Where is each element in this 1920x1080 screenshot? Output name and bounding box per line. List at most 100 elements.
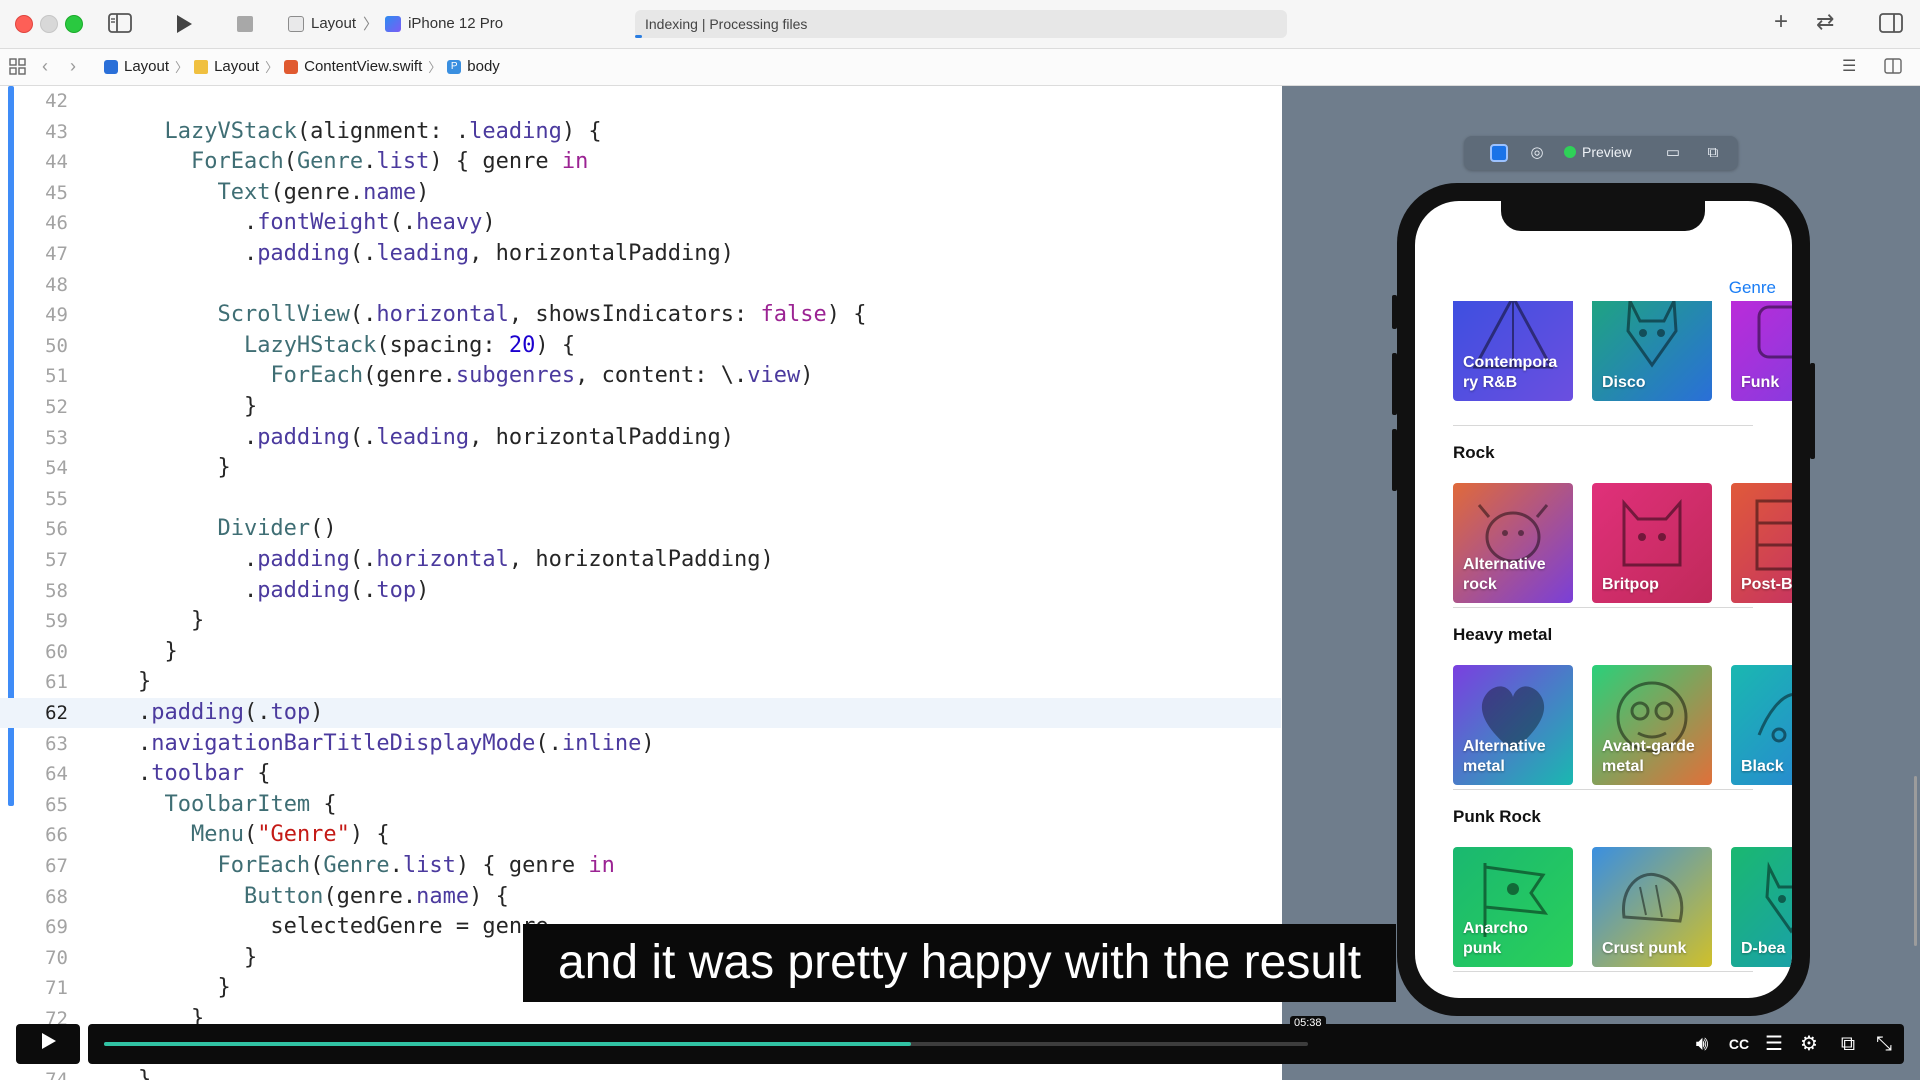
captions-icon[interactable]: CC: [1727, 1033, 1751, 1055]
code-text[interactable]: ForEach(Genre.list) { genre in: [85, 851, 614, 881]
plus-icon[interactable]: +: [1774, 10, 1788, 34]
code-line[interactable]: 57 .padding(.horizontal, horizontalPaddi…: [0, 545, 1281, 575]
code-text[interactable]: .padding(.leading, horizontalPadding): [85, 239, 734, 269]
subgenre-tile[interactable]: Funk: [1731, 301, 1792, 401]
code-text[interactable]: Button(genre.name) {: [85, 882, 509, 912]
code-line[interactable]: 43 LazyVStack(alignment: .leading) {: [0, 117, 1281, 147]
code-text[interactable]: }: [85, 637, 177, 667]
code-text[interactable]: ScrollView(.horizontal, showsIndicators:…: [85, 300, 866, 330]
code-line[interactable]: 65 ToolbarItem {: [0, 790, 1281, 820]
subgenre-tile[interactable]: Alternative metal: [1453, 665, 1573, 785]
code-line[interactable]: 56 Divider(): [0, 514, 1281, 544]
code-line[interactable]: 51 ForEach(genre.subgenres, content: \.v…: [0, 361, 1281, 391]
code-line[interactable]: 67 ForEach(Genre.list) { genre in: [0, 851, 1281, 881]
code-text[interactable]: ForEach(genre.subgenres, content: \.view…: [85, 361, 813, 391]
code-text[interactable]: }: [85, 392, 257, 422]
stop-icon[interactable]: [236, 15, 254, 37]
code-line[interactable]: 49 ScrollView(.horizontal, showsIndicato…: [0, 300, 1281, 330]
code-line[interactable]: 74 }: [0, 1065, 1281, 1080]
close-window-button[interactable]: [15, 15, 33, 33]
code-line[interactable]: 45 Text(genre.name): [0, 178, 1281, 208]
code-line[interactable]: 55: [0, 484, 1281, 514]
code-line[interactable]: 68 Button(genre.name) {: [0, 882, 1281, 912]
code-text[interactable]: Divider(): [85, 514, 336, 544]
subgenre-tile[interactable]: Anarcho punk: [1453, 847, 1573, 967]
code-line[interactable]: 46 .fontWeight(.heavy): [0, 208, 1281, 238]
breadcrumb-file[interactable]: ContentView.swift: [304, 58, 422, 75]
code-line[interactable]: 63 .navigationBarTitleDisplayMode(.inlin…: [0, 729, 1281, 759]
code-text[interactable]: .toolbar {: [85, 759, 270, 789]
back-arrow-icon[interactable]: ‹: [42, 56, 48, 76]
scheme-selector[interactable]: Layout 〉 iPhone 12 Pro: [288, 13, 503, 34]
device-settings-icon[interactable]: ▭: [1664, 144, 1682, 162]
settings-gear-icon[interactable]: ⚙: [1797, 1033, 1821, 1055]
subgenre-tile[interactable]: Britpop: [1592, 483, 1712, 603]
code-text[interactable]: Menu("Genre") {: [85, 820, 390, 850]
code-text[interactable]: ToolbarItem {: [85, 790, 336, 820]
play-button[interactable]: [16, 1024, 80, 1064]
subgenre-tile[interactable]: Black: [1731, 665, 1792, 785]
code-line[interactable]: 48: [0, 270, 1281, 300]
code-text[interactable]: .padding(.leading, horizontalPadding): [85, 423, 734, 453]
code-line[interactable]: 58 .padding(.top): [0, 576, 1281, 606]
code-line[interactable]: 62 .padding(.top): [0, 698, 1281, 728]
code-text[interactable]: .padding(.top): [85, 576, 429, 606]
subgenre-tile[interactable]: Disco: [1592, 301, 1712, 401]
code-text[interactable]: }: [85, 606, 204, 636]
code-line[interactable]: 52 }: [0, 392, 1281, 422]
breadcrumb-folder[interactable]: Layout: [214, 58, 259, 75]
subgenre-tile[interactable]: Post-B: [1731, 483, 1792, 603]
inspect-icon[interactable]: ◎: [1528, 144, 1546, 162]
code-text[interactable]: .navigationBarTitleDisplayMode(.inline): [85, 729, 655, 759]
code-text[interactable]: }: [85, 667, 151, 697]
code-text[interactable]: Text(genre.name): [85, 178, 429, 208]
inspector-toggle-icon[interactable]: [1879, 13, 1903, 37]
code-text[interactable]: }: [85, 453, 230, 483]
code-text[interactable]: }: [85, 973, 230, 1003]
code-line[interactable]: 53 .padding(.leading, horizontalPadding): [0, 423, 1281, 453]
split-editor-icon[interactable]: [1884, 57, 1902, 79]
duplicate-preview-icon[interactable]: ⧉: [1704, 144, 1722, 162]
live-preview-icon[interactable]: [1490, 144, 1508, 162]
zoom-window-button[interactable]: [65, 15, 83, 33]
code-line[interactable]: 54 }: [0, 453, 1281, 483]
code-line[interactable]: 64 .toolbar {: [0, 759, 1281, 789]
code-line[interactable]: 50 LazyHStack(spacing: 20) {: [0, 331, 1281, 361]
editor-options-icon[interactable]: ☰: [1842, 57, 1856, 77]
code-text[interactable]: .padding(.horizontal, horizontalPadding): [85, 545, 774, 575]
run-icon[interactable]: [174, 14, 194, 38]
minimize-window-button[interactable]: [40, 15, 58, 33]
subgenre-tile[interactable]: D-bea: [1731, 847, 1792, 967]
volume-icon[interactable]: 🔊︎: [1690, 1033, 1714, 1055]
genre-menu-button[interactable]: Genre: [1729, 278, 1776, 298]
subgenre-tile[interactable]: Avant-garde metal: [1592, 665, 1712, 785]
breadcrumb-symbol[interactable]: body: [467, 58, 500, 75]
code-line[interactable]: 61 }: [0, 667, 1281, 697]
subgenre-tile[interactable]: Alternative rock: [1453, 483, 1573, 603]
code-text[interactable]: LazyHStack(spacing: 20) {: [85, 331, 575, 361]
code-text[interactable]: }: [85, 1065, 151, 1080]
breadcrumb-project[interactable]: Layout: [124, 58, 169, 75]
seek-bar[interactable]: [104, 1042, 1308, 1046]
code-line[interactable]: 42: [0, 86, 1281, 116]
subgenre-tile[interactable]: Contempora ry R&B: [1453, 301, 1573, 401]
code-text[interactable]: LazyVStack(alignment: .leading) {: [85, 117, 601, 147]
code-review-icon[interactable]: ⇄: [1816, 11, 1834, 33]
picture-in-picture-icon[interactable]: ⧉: [1836, 1033, 1860, 1055]
genre-list[interactable]: Contempora ry R&B Disco Funk Rock Alternativ…: [1415, 301, 1792, 998]
code-text[interactable]: .fontWeight(.heavy): [85, 208, 496, 238]
transcript-icon[interactable]: ☰: [1762, 1033, 1786, 1055]
code-text[interactable]: selectedGenre = genre: [85, 912, 548, 942]
subgenre-tile[interactable]: Crust punk: [1592, 847, 1712, 967]
code-line[interactable]: 66 Menu("Genre") {: [0, 820, 1281, 850]
related-items-icon[interactable]: [9, 58, 27, 82]
code-line[interactable]: 60 }: [0, 637, 1281, 667]
code-text[interactable]: ForEach(Genre.list) { genre in: [85, 147, 588, 177]
code-line[interactable]: 44 ForEach(Genre.list) { genre in: [0, 147, 1281, 177]
code-text[interactable]: }: [85, 943, 257, 973]
preview-status[interactable]: Preview: [1564, 144, 1632, 160]
exit-fullscreen-icon[interactable]: ⤡: [1872, 1033, 1896, 1055]
code-line[interactable]: 59 }: [0, 606, 1281, 636]
forward-arrow-icon[interactable]: ›: [70, 56, 76, 76]
code-text[interactable]: .padding(.top): [85, 698, 323, 728]
